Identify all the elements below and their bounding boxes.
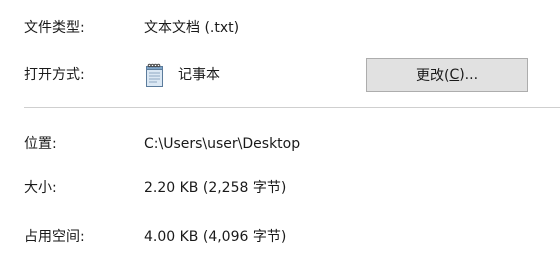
notepad-icon	[146, 63, 163, 87]
location-row: 位置: C:\Users\user\Desktop	[0, 133, 560, 155]
section-divider	[24, 107, 560, 108]
size-on-disk-label: 占用空间:	[24, 229, 85, 245]
size-value: 2.20 KB (2,258 字节)	[144, 180, 287, 196]
size-label: 大小:	[24, 180, 57, 196]
opens-with-label: 打开方式:	[24, 67, 85, 83]
file-type-label: 文件类型:	[24, 20, 85, 36]
size-row: 大小: 2.20 KB (2,258 字节)	[0, 177, 560, 199]
file-type-row: 文件类型: 文本文档 (.txt)	[0, 17, 560, 39]
change-button-mnemonic: C	[449, 67, 460, 83]
file-type-value: 文本文档 (.txt)	[144, 20, 240, 36]
change-button-text-before: 更改(	[415, 68, 450, 84]
opens-with-app-name: 记事本	[178, 67, 220, 83]
opens-with-app: 记事本	[144, 62, 220, 88]
location-label: 位置:	[24, 136, 57, 152]
change-button[interactable]: 更改(C)...	[366, 58, 528, 92]
location-value[interactable]: C:\Users\user\Desktop	[144, 133, 300, 155]
size-on-disk-row: 占用空间: 4.00 KB (4,096 字节)	[0, 226, 560, 248]
change-button-text-after: )...	[459, 67, 479, 83]
size-on-disk-value: 4.00 KB (4,096 字节)	[144, 229, 287, 245]
